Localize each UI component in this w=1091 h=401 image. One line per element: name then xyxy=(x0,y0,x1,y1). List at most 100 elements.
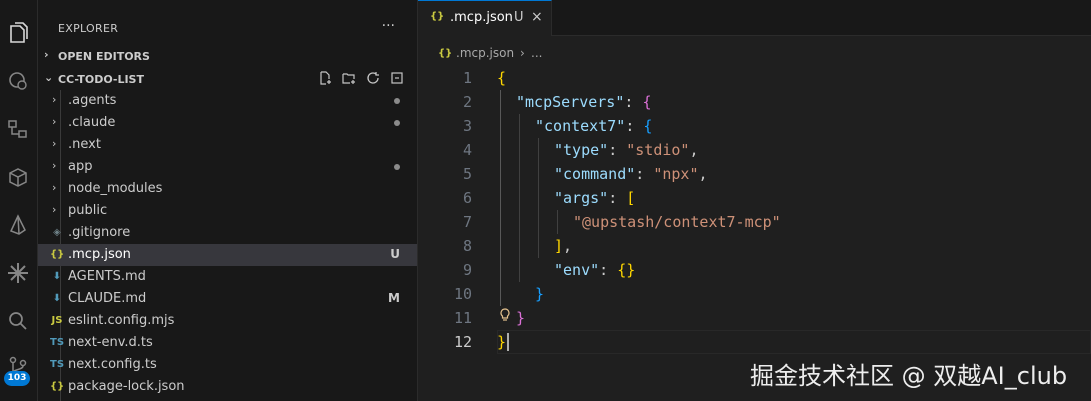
tree-item-label: node_modules xyxy=(68,181,163,196)
line-number-gutter: 1 2 3 4 5 6 7 8 9 10 11 12 xyxy=(418,66,478,366)
activity-bar: 103 xyxy=(0,0,38,401)
text-cursor xyxy=(507,333,509,351)
extensions-icon[interactable] xyxy=(3,162,33,192)
file-type-icon: {} xyxy=(50,249,65,260)
remote-explorer-icon[interactable] xyxy=(3,66,33,96)
command-key: "command" xyxy=(554,165,636,183)
tree-file[interactable]: {} package-lock.json xyxy=(38,376,417,398)
chevron-right-icon: › xyxy=(52,93,57,106)
open-editors-section[interactable]: › OPEN EDITORS xyxy=(38,45,417,67)
line-number: 11 xyxy=(453,309,472,327)
tab-label: .mcp.json xyxy=(450,10,513,25)
line-number: 8 xyxy=(462,237,472,255)
env-key: "env" xyxy=(554,261,600,279)
code-line-8: ], xyxy=(554,237,573,255)
code-line-11: } xyxy=(516,309,526,327)
breadcrumb-separator: › xyxy=(520,46,525,60)
chevron-down-icon: ⌄ xyxy=(44,71,54,84)
tree-file[interactable]: ⬇ CLAUDE.md M xyxy=(38,288,417,310)
tree-file[interactable]: TS next.config.ts xyxy=(38,354,417,376)
type-key: "type" xyxy=(554,141,609,159)
file-type-icon: ⬇ xyxy=(52,271,62,282)
tree-folder[interactable]: › node_modules xyxy=(38,178,417,200)
code-line-2: "mcpServers": { xyxy=(516,93,652,111)
code-line-7: "@upstash/context7-mcp" xyxy=(573,210,781,234)
json-file-icon: {} xyxy=(438,48,453,59)
code-line-12: } xyxy=(497,333,507,351)
ai-spark-icon[interactable] xyxy=(3,258,33,288)
code-line-3: "context7": { xyxy=(535,117,653,135)
tree-folder[interactable]: › .next xyxy=(38,134,417,156)
tree-item-label: .mcp.json xyxy=(68,247,131,262)
explorer-title: EXPLORER xyxy=(58,22,119,35)
tree-file[interactable]: {} .mcp.json U xyxy=(38,244,417,266)
line-number: 9 xyxy=(462,261,472,279)
tree-item-label: .agents xyxy=(68,93,117,108)
tree-folder[interactable]: › app xyxy=(38,156,417,178)
tree-item-label: .next xyxy=(68,137,101,152)
line-number: 6 xyxy=(462,189,472,207)
json-file-icon: {} xyxy=(430,11,445,22)
line-number: 2 xyxy=(462,93,472,111)
line-number: 12 xyxy=(453,333,472,351)
tree-item-label: eslint.config.mjs xyxy=(68,313,175,328)
file-type-icon: TS xyxy=(50,359,65,370)
breadcrumb-file[interactable]: .mcp.json xyxy=(456,46,514,60)
new-file-icon[interactable] xyxy=(317,71,333,87)
source-control-badge: 103 xyxy=(4,371,30,386)
search-icon[interactable] xyxy=(3,306,33,336)
tree-folder[interactable]: › .agents xyxy=(38,90,417,112)
tree-file[interactable]: TS next-env.d.ts xyxy=(38,332,417,354)
project-label: CC-TODO-LIST xyxy=(58,73,144,86)
project-section[interactable]: ⌄ CC-TODO-LIST xyxy=(38,68,417,90)
line-number: 4 xyxy=(462,141,472,159)
type-value: "stdio" xyxy=(626,141,690,159)
modified-dot-indicator xyxy=(394,98,400,104)
tree-folder[interactable]: › .claude xyxy=(38,112,417,134)
tree-file[interactable]: ⬇ AGENTS.md xyxy=(38,266,417,288)
chevron-right-icon: › xyxy=(52,181,57,194)
code-editor[interactable]: { "mcpServers": { "context7": { "type": … xyxy=(497,66,1091,366)
tree-item-label: AGENTS.md xyxy=(68,269,146,284)
new-folder-icon[interactable] xyxy=(341,71,357,87)
tree-item-label: CLAUDE.md xyxy=(68,291,147,306)
line-number: 5 xyxy=(462,165,472,183)
tree-item-label: public xyxy=(68,203,108,218)
code-line-4: "type": "stdio", xyxy=(554,141,699,159)
code-line-5: "command": "npx", xyxy=(554,165,708,183)
source-control-graph-icon[interactable] xyxy=(3,114,33,144)
tree-folder[interactable]: › public xyxy=(38,200,417,222)
close-icon[interactable]: × xyxy=(531,9,543,25)
refresh-icon[interactable] xyxy=(365,71,381,87)
mcpservers-key: "mcpServers" xyxy=(516,93,625,111)
code-line-9: "env": {} xyxy=(554,261,636,279)
tab-mcp-json[interactable]: {} .mcp.json U × xyxy=(418,0,552,36)
file-type-icon: ⬇ xyxy=(52,293,62,304)
code-line-1: { xyxy=(497,69,507,87)
explorer-sidebar: EXPLORER ··· › OPEN EDITORS ⌄ CC-TODO-LI… xyxy=(38,0,418,401)
args-item: "@upstash/context7-mcp" xyxy=(573,213,781,231)
code-line-6: "args": [ xyxy=(554,189,636,207)
git-status-badge: M xyxy=(388,291,400,305)
file-type-icon: {} xyxy=(50,381,65,392)
explorer-actions xyxy=(317,71,405,87)
prisma-icon[interactable] xyxy=(3,210,33,240)
files-icon[interactable] xyxy=(3,18,33,48)
breadcrumb-more[interactable]: ... xyxy=(531,46,542,60)
tree-file[interactable]: ◈ .gitignore xyxy=(38,222,417,244)
modified-dot-indicator xyxy=(394,120,400,126)
lightbulb-icon[interactable] xyxy=(499,308,511,326)
context7-key: "context7" xyxy=(535,117,626,135)
code-line-10: } xyxy=(535,285,545,303)
line-number: 7 xyxy=(462,213,472,231)
tab-status: U xyxy=(514,10,524,25)
args-key: "args" xyxy=(554,189,609,207)
more-actions-icon[interactable]: ··· xyxy=(382,18,395,34)
chevron-right-icon: › xyxy=(52,137,57,150)
tree-file[interactable]: JS eslint.config.mjs xyxy=(38,310,417,332)
editor-tab-bar: {} .mcp.json U × xyxy=(418,0,1091,36)
chevron-right-icon: › xyxy=(52,115,57,128)
tree-item-label: package-lock.json xyxy=(68,379,185,394)
line-number: 3 xyxy=(462,117,472,135)
collapse-all-icon[interactable] xyxy=(389,71,405,87)
